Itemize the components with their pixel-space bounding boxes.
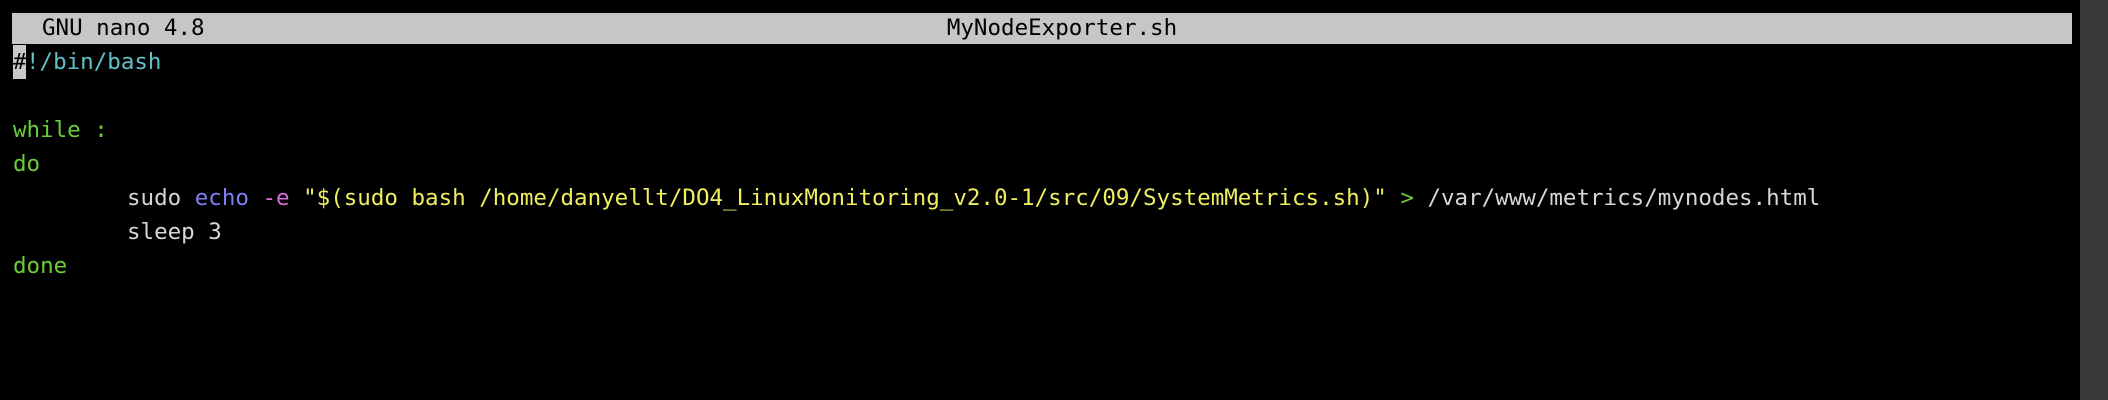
text-cursor: # <box>13 45 27 79</box>
code-line-6[interactable]: sleep 3 <box>13 215 2073 249</box>
code-line-4[interactable]: do <box>13 147 2073 181</box>
code-line-7[interactable]: done <box>13 249 2073 283</box>
shebang-text: !/bin/bash <box>26 49 162 75</box>
sleep-command: sleep 3 <box>127 219 222 245</box>
echo-flag: -e <box>262 185 290 211</box>
sudo-command: sudo <box>127 185 195 211</box>
command-substitution-string: "$(sudo bash /home/danyellt/DO4_LinuxMon… <box>303 185 1387 211</box>
file-name: MyNodeExporter.sh <box>946 15 1178 41</box>
do-keyword: do <box>13 151 41 177</box>
code-line-2[interactable] <box>13 79 2073 113</box>
code-line-3[interactable]: while : <box>13 113 2073 147</box>
echo-builtin: echo <box>194 185 249 211</box>
editor-buffer[interactable]: #!/bin/bash while : do sudo echo -e "$(s… <box>13 45 2073 283</box>
redirect-target-path: /var/www/metrics/mynodes.html <box>1427 185 1821 211</box>
while-keyword: while : <box>13 117 108 143</box>
terminal-window[interactable]: GNU nano 4.8 MyNodeExporter.sh #!/bin/ba… <box>0 0 2080 400</box>
nano-title-bar: GNU nano 4.8 MyNodeExporter.sh <box>12 13 2072 44</box>
done-keyword: done <box>13 253 68 279</box>
code-line-5[interactable]: sudo echo -e "$(sudo bash /home/danyellt… <box>13 181 2073 215</box>
redirect-operator: > <box>1400 185 1414 211</box>
code-line-1[interactable]: #!/bin/bash <box>13 45 2073 79</box>
